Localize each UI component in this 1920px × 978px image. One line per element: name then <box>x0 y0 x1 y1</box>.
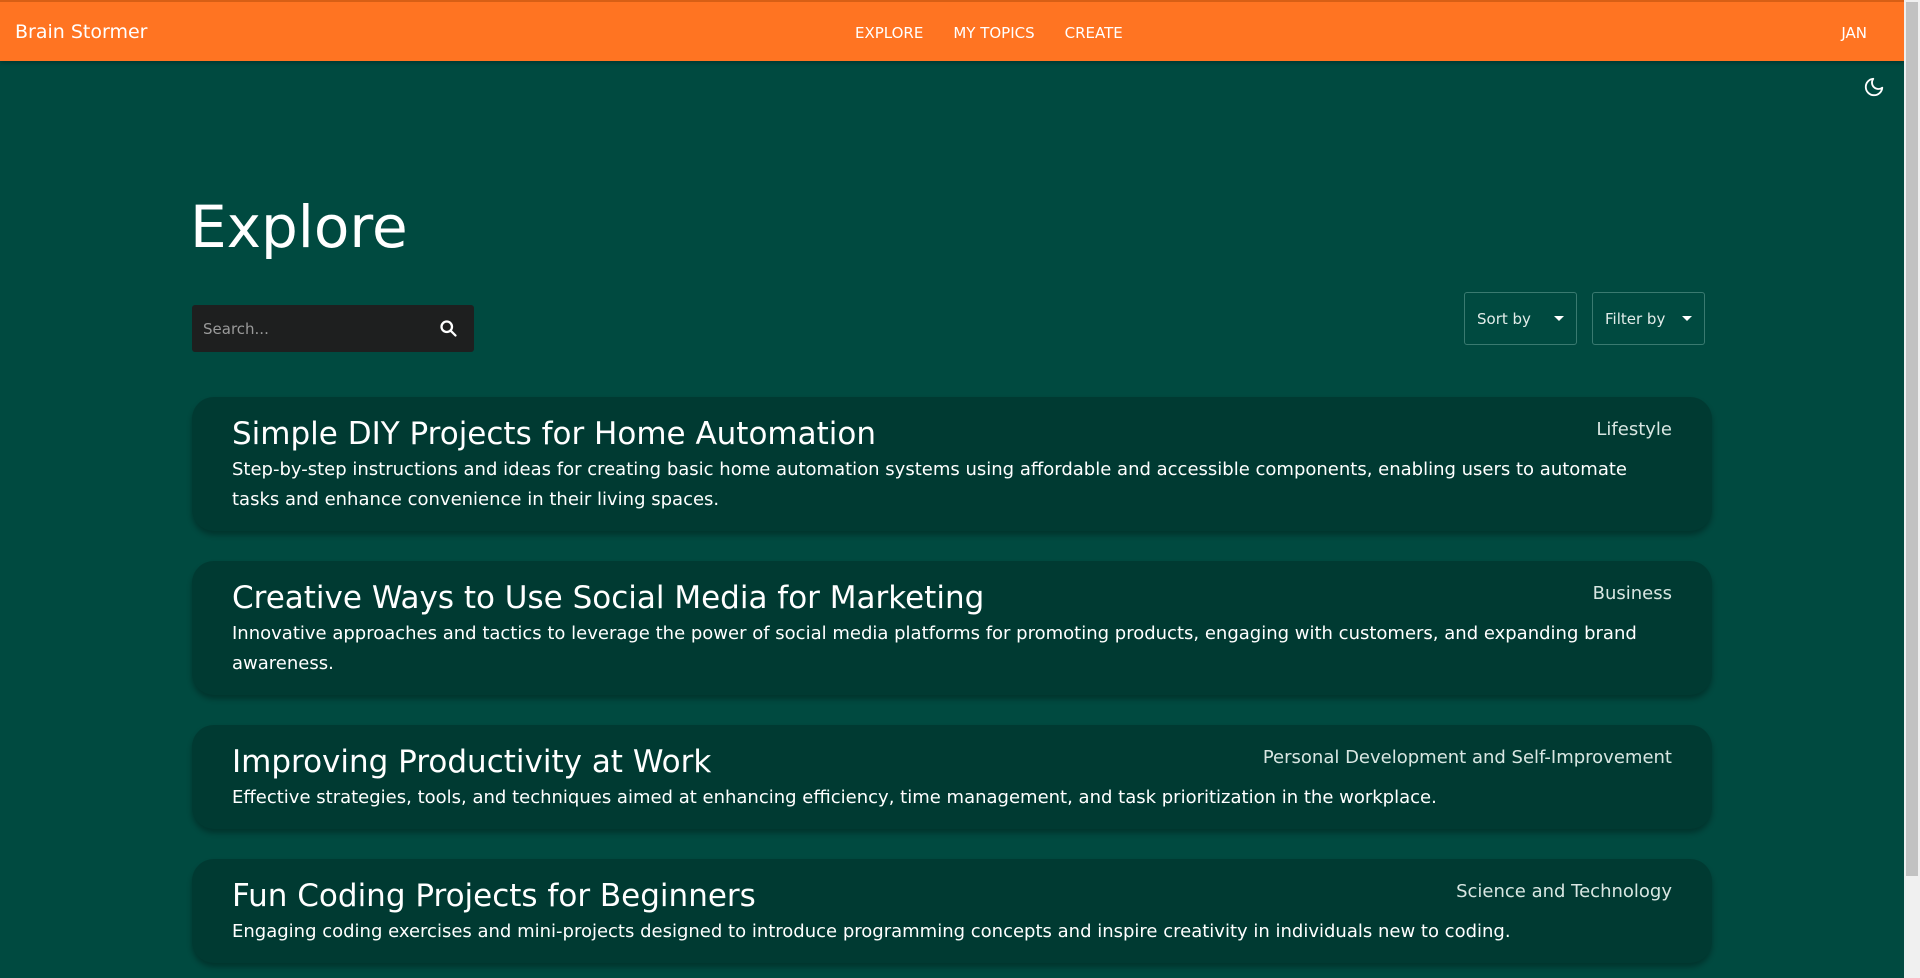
caret-down-icon <box>1682 316 1692 321</box>
top-navigation-bar: Brain Stormer EXPLORE MY TOPICS CREATE J… <box>0 0 1904 61</box>
topic-category: Business <box>1592 583 1672 604</box>
topic-description: Innovative approaches and tactics to lev… <box>232 623 1637 674</box>
topic-description: Engaging coding exercises and mini-proje… <box>232 921 1511 942</box>
sort-by-label: Sort by <box>1477 310 1531 328</box>
search-box <box>192 305 474 352</box>
topic-title: Simple DIY Projects for Home Automation <box>232 416 877 452</box>
scrollbar-thumb[interactable] <box>1906 2 1918 876</box>
topic-category: Lifestyle <box>1596 419 1672 440</box>
topic-card[interactable]: Improving Productivity at Work Personal … <box>192 725 1712 829</box>
topic-card[interactable]: Simple DIY Projects for Home Automation … <box>192 397 1712 531</box>
topic-title: Fun Coding Projects for Beginners <box>232 878 756 914</box>
topic-title: Creative Ways to Use Social Media for Ma… <box>232 580 985 616</box>
main-nav: EXPLORE MY TOPICS CREATE <box>855 24 1123 42</box>
brand-logo[interactable]: Brain Stormer <box>15 21 147 43</box>
nav-my-topics[interactable]: MY TOPICS <box>953 24 1034 42</box>
sort-by-dropdown[interactable]: Sort by <box>1464 292 1577 345</box>
user-menu[interactable]: JAN <box>1841 24 1867 42</box>
search-input[interactable] <box>192 305 432 352</box>
topic-title: Improving Productivity at Work <box>232 744 712 780</box>
page-title: Explore <box>190 193 408 261</box>
topic-category: Science and Technology <box>1456 881 1672 902</box>
topic-description: Effective strategies, tools, and techniq… <box>232 787 1437 808</box>
moon-icon[interactable] <box>1863 76 1885 98</box>
topic-card[interactable]: Fun Coding Projects for Beginners Scienc… <box>192 859 1712 963</box>
filter-by-label: Filter by <box>1605 310 1666 328</box>
topic-category: Personal Development and Self-Improvemen… <box>1262 747 1672 768</box>
search-icon[interactable] <box>438 318 459 339</box>
topic-description: Step-by-step instructions and ideas for … <box>232 459 1627 510</box>
caret-down-icon <box>1554 316 1564 321</box>
topic-card[interactable]: Creative Ways to Use Social Media for Ma… <box>192 561 1712 695</box>
filter-by-dropdown[interactable]: Filter by <box>1592 292 1705 345</box>
nav-create[interactable]: CREATE <box>1065 24 1123 42</box>
nav-explore[interactable]: EXPLORE <box>855 24 923 42</box>
